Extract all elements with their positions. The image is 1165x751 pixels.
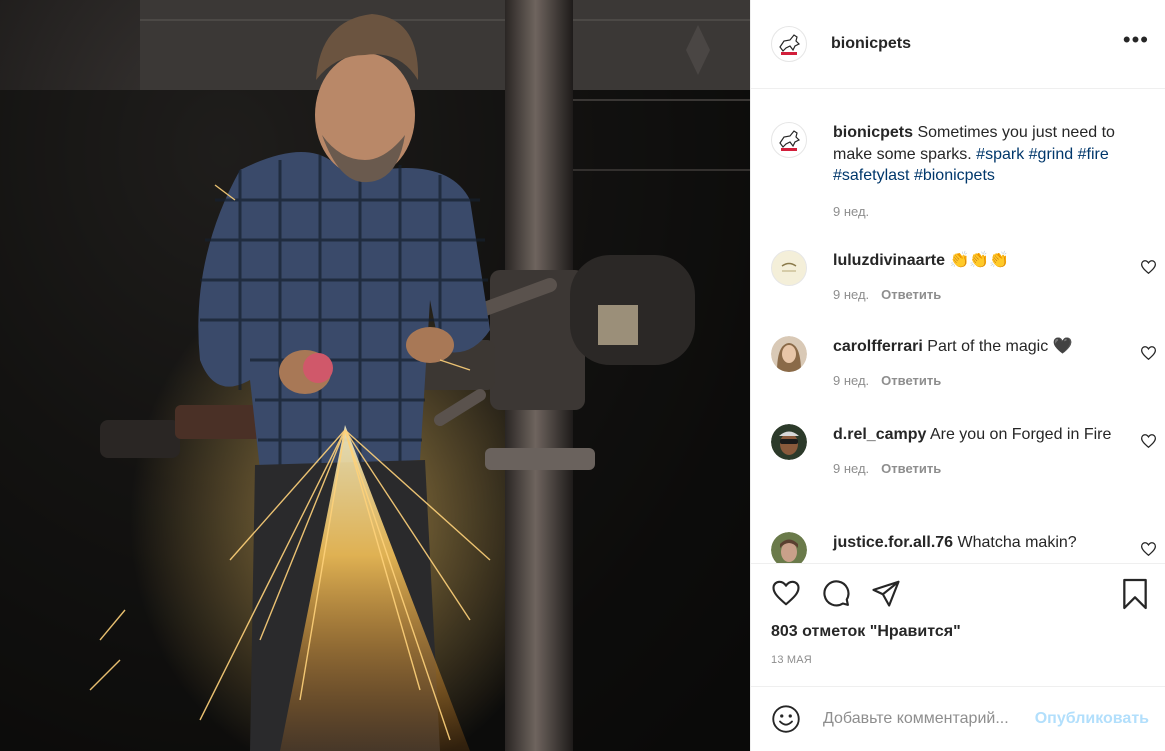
caption-age[interactable]: 9 нед. [833,204,869,219]
comment-age[interactable]: 9 нед. [833,461,869,476]
comment-age[interactable]: 9 нед. [833,373,869,388]
reply-button[interactable]: Ответить [881,287,941,302]
post-date[interactable]: 13 МАЯ [771,654,812,666]
hashtag-link[interactable]: #grind [1029,146,1073,163]
add-comment-bar: Опубликовать [751,686,1165,751]
comment-text: d.rel_campy Are you on Forged in Fire [833,424,1135,446]
avatar-image [771,532,807,563]
author-username[interactable]: bionicpets [831,35,911,53]
comment-heart-icon[interactable] [1141,346,1156,360]
comment-username[interactable]: d.rel_campy [833,426,926,443]
comment-meta: 9 нед. Ответить [833,287,1135,302]
hashtag-link[interactable]: #spark [976,146,1024,163]
comment-item: carolfferrari Part of the magic 🖤 9 нед.… [771,336,1156,388]
hashtag-link[interactable]: #bionicpets [914,167,995,184]
comment-heart-icon[interactable] [1141,542,1156,556]
paper-plane-icon[interactable] [871,578,901,608]
comment-body: Are you on Forged in Fire [929,426,1112,443]
smiley-icon[interactable] [771,704,801,734]
comment-text: justice.for.all.76 Whatcha makin? [833,532,1135,554]
comment-body: 👏👏👏 [949,252,1010,269]
comment-body: Part of the magic 🖤 [927,338,1073,355]
comment-heart-icon[interactable] [1141,260,1156,274]
commenter-avatar[interactable] [771,532,807,563]
comment-item: d.rel_campy Are you on Forged in Fire 9 … [771,424,1156,476]
likes-count[interactable]: 803 отметок "Нравится" [771,623,961,641]
comment-item: justice.for.all.76 Whatcha makin? [771,532,1156,563]
reply-button[interactable]: Ответить [881,461,941,476]
bionicpets-logo [779,130,801,151]
comment-username[interactable]: carolfferrari [833,338,923,355]
smiley-glyph [772,705,800,733]
more-horizontal-icon[interactable]: ••• [1123,29,1149,53]
comment-meta: 9 нед. Ответить [833,461,1135,476]
post-side-panel: bionicpets ••• bionicpets Sometimes you … [750,0,1165,751]
comment-heart-icon[interactable] [1141,434,1156,448]
hashtag-link[interactable]: #fire [1078,146,1109,163]
comment-username[interactable]: justice.for.all.76 [833,534,953,551]
avatar-image [772,251,806,285]
post-header: bionicpets ••• [751,0,1165,89]
commenter-avatar[interactable] [771,336,807,372]
caption-text: bionicpets Sometimes you just need to ma… [833,122,1135,187]
avatar-image [771,424,807,460]
heart-icon[interactable] [771,578,801,608]
post-caption: bionicpets Sometimes you just need to ma… [771,122,1135,219]
comment-text: carolfferrari Part of the magic 🖤 [833,336,1135,358]
caption-username[interactable]: bionicpets [833,124,913,141]
avatar-image [771,336,807,372]
publish-button[interactable]: Опубликовать [1035,710,1149,728]
reply-button[interactable]: Ответить [881,373,941,388]
caption-meta: 9 нед. [833,204,1135,219]
comment-bubble-icon[interactable] [821,578,851,608]
commenter-avatar[interactable] [771,250,807,286]
comment-age[interactable]: 9 нед. [833,287,869,302]
comments-list[interactable]: bionicpets Sometimes you just need to ma… [751,90,1165,564]
hashtag-link[interactable]: #safetylast [833,167,909,184]
post-dialog: bionicpets ••• bionicpets Sometimes you … [0,0,1165,751]
author-avatar[interactable] [771,122,807,158]
action-bar [771,578,1149,612]
comment-input[interactable] [821,709,1035,729]
author-avatar[interactable] [771,26,807,62]
comment-body: Whatcha makin? [957,534,1077,551]
post-photo[interactable] [0,0,750,751]
photo-illustration [0,0,750,751]
bookmark-icon[interactable] [1121,578,1149,610]
bionicpets-logo [779,34,801,55]
comment-text: luluzdivinaarte 👏👏👏 [833,250,1135,272]
comment-username[interactable]: luluzdivinaarte [833,252,945,269]
commenter-avatar[interactable] [771,424,807,460]
comment-meta: 9 нед. Ответить [833,373,1135,388]
comment-item: luluzdivinaarte 👏👏👏 9 нед. Ответить [771,250,1156,302]
